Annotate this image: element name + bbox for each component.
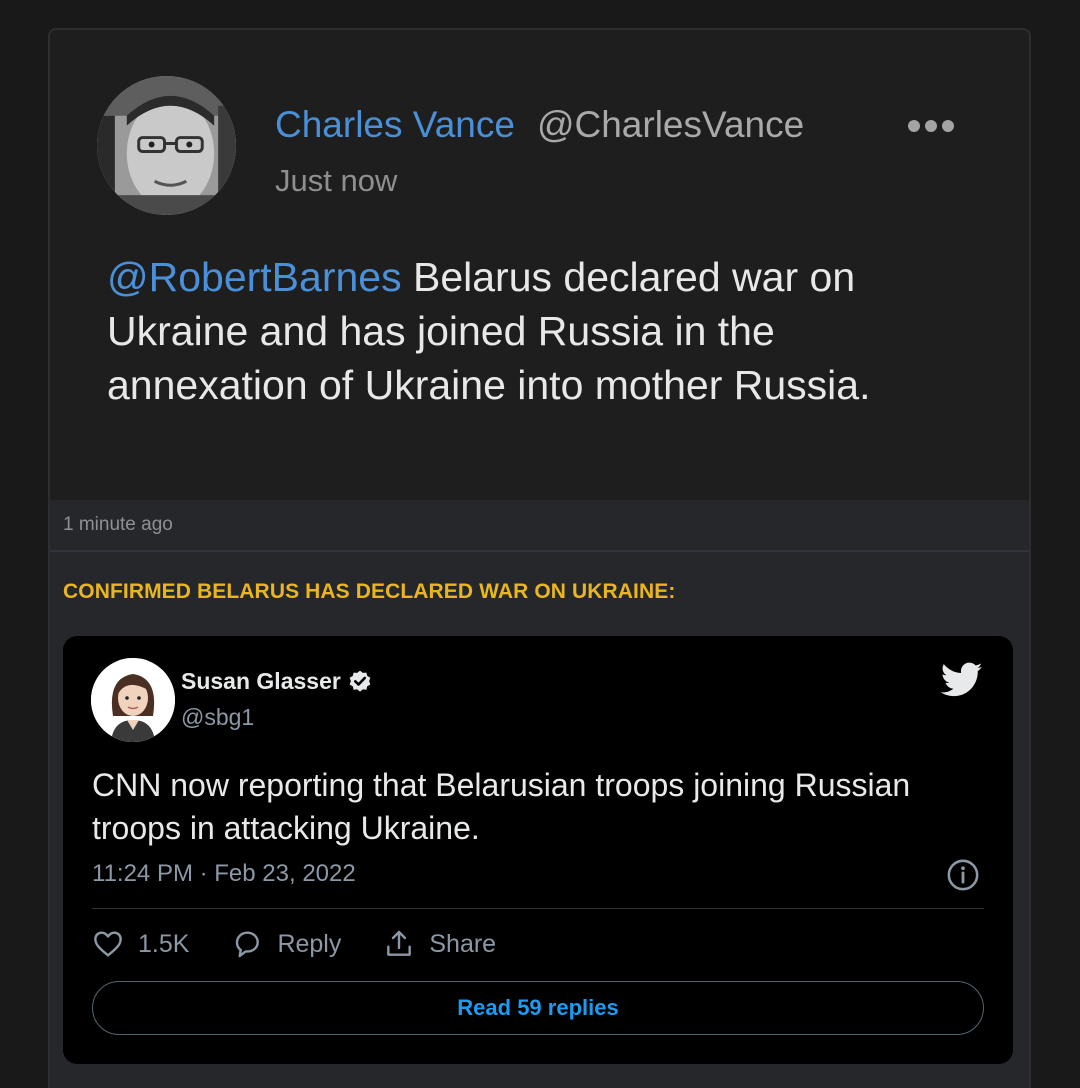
tweet-divider: [92, 908, 984, 909]
like-count: 1.5K: [138, 929, 190, 958]
post-card: Charles Vance @CharlesVance Just now @Ro…: [48, 28, 1031, 1088]
tweet-text: CNN now reporting that Belarusian troops…: [92, 767, 911, 846]
tweet-author-avatar[interactable]: [91, 658, 175, 742]
tweet-date[interactable]: 11:24 PM · Feb 23, 2022: [92, 860, 356, 888]
reply-label: Reply: [277, 929, 342, 958]
mention-link[interactable]: @RobertBarnes: [107, 254, 402, 300]
author-name[interactable]: Charles Vance: [275, 104, 515, 146]
twitter-bird-icon[interactable]: [941, 662, 983, 698]
author-handle[interactable]: @CharlesVance: [537, 104, 804, 146]
read-replies-button[interactable]: Read 59 replies: [92, 981, 984, 1035]
post-header: Charles Vance @CharlesVance Just now @Ro…: [50, 30, 1029, 500]
more-icon-dot: [925, 120, 937, 132]
more-options-button[interactable]: [908, 116, 964, 136]
tweet-avatar-image: [91, 658, 175, 742]
embedded-tweet[interactable]: Susan Glasser @sbg1 CNN now reporting th…: [63, 636, 1013, 1064]
share-icon: [387, 930, 412, 956]
reply-bubble-icon: [236, 931, 260, 958]
more-icon-dot: [942, 120, 954, 132]
tweet-author-handle[interactable]: @sbg1: [181, 704, 254, 731]
post-text: @RobertBarnes Belarus declared war on Uk…: [107, 250, 977, 412]
embed-headline: CONFIRMED BELARUS HAS DECLARED WAR ON UK…: [63, 580, 676, 603]
post-timestamp: Just now: [275, 163, 398, 198]
heart-icon: [94, 931, 122, 957]
tweet-actions: 1.5K Reply Share: [92, 928, 538, 960]
like-button[interactable]: 1.5K: [92, 928, 189, 960]
author-line: Charles Vance @CharlesVance: [275, 104, 804, 146]
verified-icon: [349, 670, 371, 692]
embed-timestamp: 1 minute ago: [63, 514, 173, 535]
share-label: Share: [429, 929, 497, 958]
reply-button[interactable]: Reply: [231, 928, 341, 960]
embed-section: 1 minute ago CONFIRMED BELARUS HAS DECLA…: [50, 500, 1029, 1088]
tweet-author-name[interactable]: Susan Glasser: [181, 668, 341, 695]
share-button[interactable]: Share: [383, 928, 496, 960]
tweet-name-row: Susan Glasser: [181, 668, 373, 695]
more-icon: [908, 120, 920, 132]
author-avatar-image: [97, 76, 236, 215]
divider: [50, 550, 1029, 552]
author-avatar[interactable]: [97, 76, 236, 215]
info-icon[interactable]: [946, 858, 980, 892]
